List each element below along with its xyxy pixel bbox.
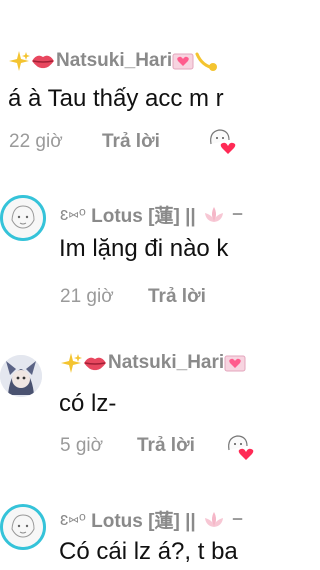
reply-button[interactable]: Trả lời — [137, 435, 195, 457]
comment-text: có lz- — [59, 390, 117, 417]
comment-item: ɛ⑅ᵒ Lotus [蓮] || – Im lặng đi nào k 21 g… — [0, 170, 263, 325]
comet-icon — [195, 52, 218, 71]
avatar[interactable] — [0, 195, 46, 241]
avatar[interactable] — [0, 504, 46, 550]
sticker-heart-icon[interactable] — [223, 430, 255, 462]
comment-item: Natsuki_Hari á à Tau thấy acc m r 22 giờ… — [0, 0, 263, 170]
sticker-heart-icon[interactable] — [205, 124, 237, 156]
avatar-drawing-icon — [3, 198, 43, 238]
avatar-character-icon — [0, 355, 42, 397]
comment-username[interactable]: ɛ⑅ᵒ Lotus [蓮] || – — [60, 506, 243, 533]
comment-thread: Natsuki_Hari á à Tau thấy acc m r 22 giờ… — [0, 0, 263, 570]
comment-username[interactable]: ɛ⑅ᵒ Lotus [蓮] || – — [60, 201, 243, 228]
comment-item: Natsuki_Hari có lz- 5 giờ Trả lời — [0, 325, 263, 490]
lotus-icon — [204, 511, 223, 527]
comment-timestamp: 21 giờ — [60, 286, 114, 307]
lips-icon — [84, 357, 106, 371]
comment-text: á à Tau thấy acc m r — [8, 85, 224, 112]
avatar[interactable] — [0, 355, 42, 397]
heart-letter-icon — [172, 53, 194, 70]
reply-button[interactable]: Trả lời — [148, 286, 206, 308]
comment-item: ɛ⑅ᵒ Lotus [蓮] || – Có cái lz á?, t ba — [0, 490, 263, 570]
reply-button[interactable]: Trả lời — [102, 131, 160, 153]
sparkle-icon — [61, 353, 82, 373]
comment-timestamp: 5 giờ — [60, 435, 104, 456]
comment-username[interactable]: Natsuki_Hari — [60, 352, 246, 374]
comment-username[interactable]: Natsuki_Hari — [8, 50, 218, 72]
lotus-icon — [204, 206, 223, 222]
comment-timestamp: 22 giờ — [9, 131, 63, 152]
comment-text: Có cái lz á?, t ba — [59, 538, 238, 565]
lips-icon — [32, 55, 54, 69]
sparkle-icon — [9, 51, 30, 71]
avatar-drawing-icon — [3, 507, 43, 547]
heart-letter-icon — [224, 355, 246, 372]
comment-text: Im lặng đi nào k — [59, 235, 229, 262]
